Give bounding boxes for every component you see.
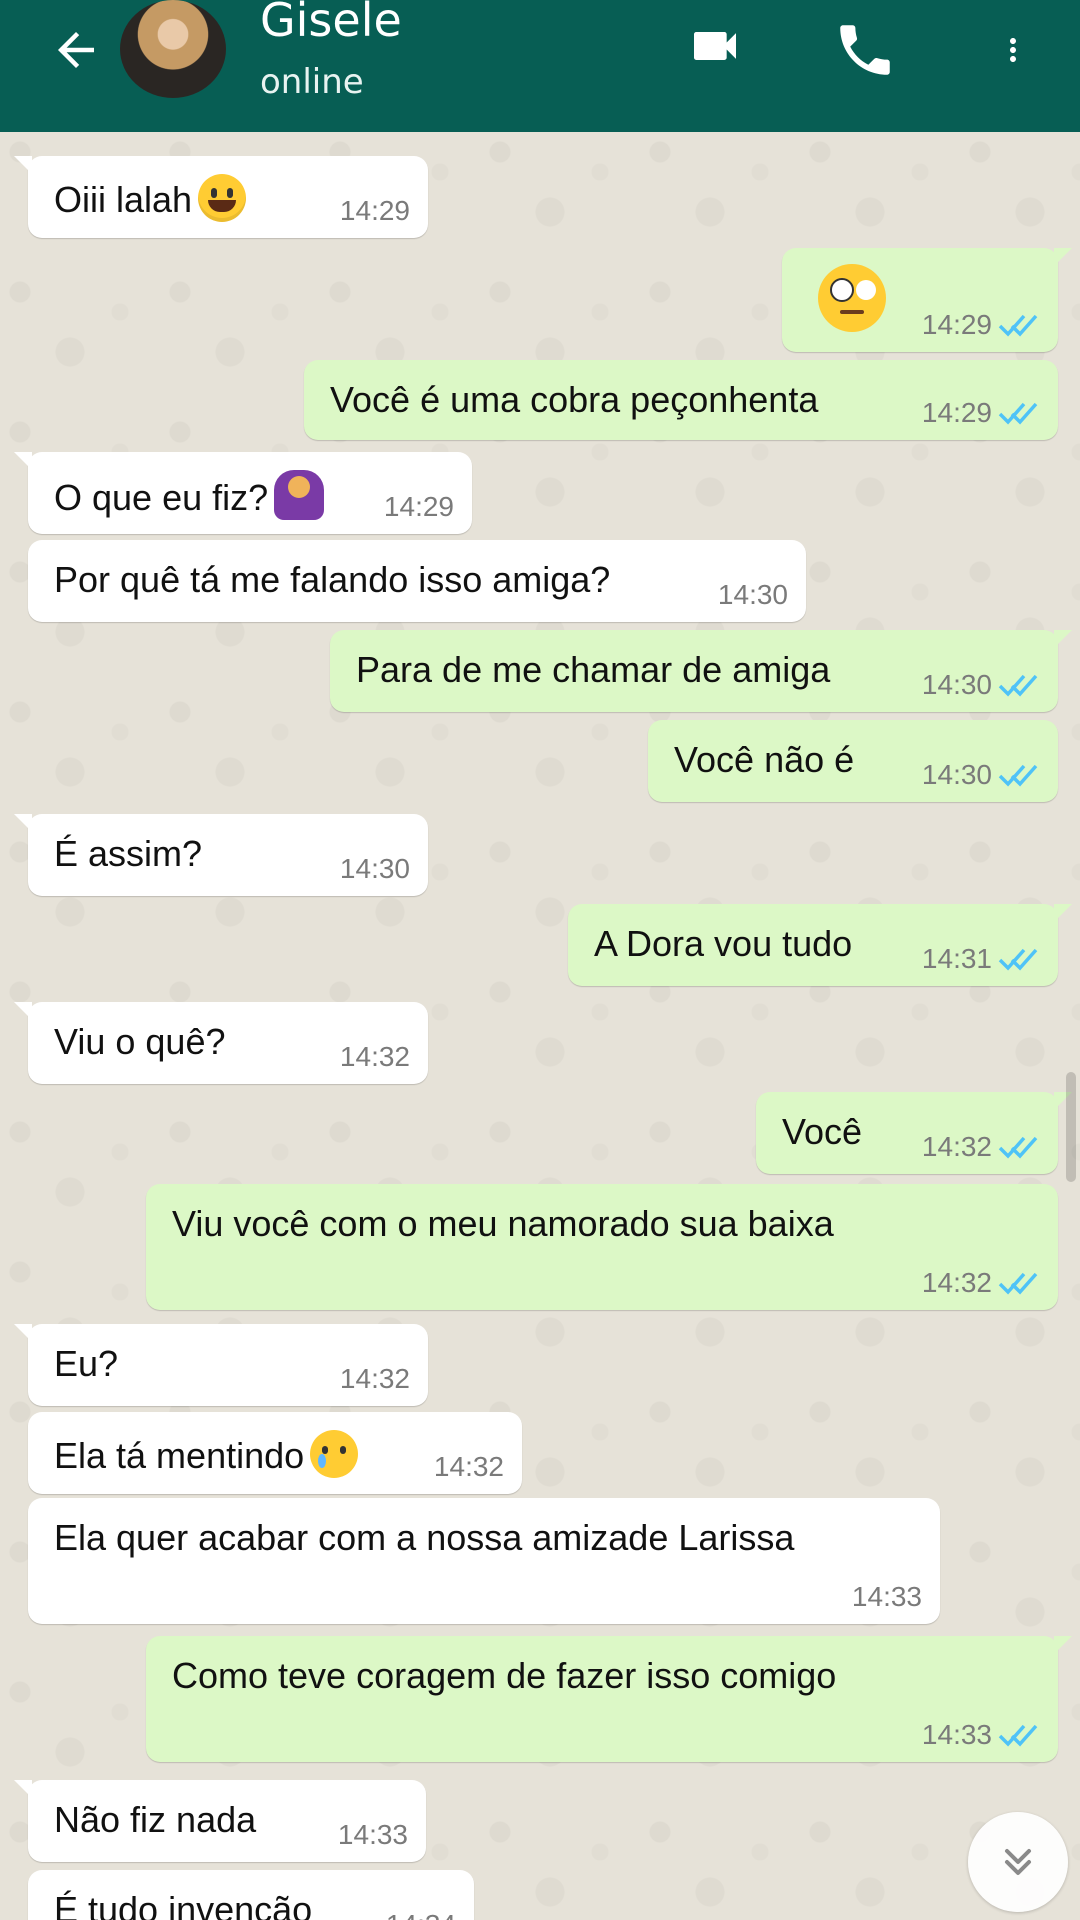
- message-incoming[interactable]: É tudo invenção 14:34: [28, 1870, 474, 1920]
- message-time: 14:32: [433, 1451, 504, 1482]
- message-text: Você não é: [674, 739, 855, 780]
- scrollbar-thumb[interactable]: [1066, 1072, 1076, 1182]
- message-time: 14:29: [339, 195, 410, 226]
- crying-face-icon: [310, 1430, 359, 1478]
- message-text: É assim?: [54, 833, 203, 874]
- message-time: 14:29: [383, 491, 454, 522]
- message-text: Como teve coragem de fazer isso comigo: [172, 1655, 837, 1696]
- message-incoming[interactable]: Por quê tá me falando isso amiga? 14:30: [28, 540, 806, 622]
- message-incoming[interactable]: É assim? 14:30: [14, 814, 428, 896]
- message-outgoing[interactable]: Para de me chamar de amiga 14:30: [330, 630, 1072, 712]
- face-with-rolling-eyes-icon: [818, 264, 886, 332]
- back-arrow-icon[interactable]: [44, 18, 108, 82]
- more-vert-icon[interactable]: [995, 18, 1031, 82]
- scroll-to-bottom-button[interactable]: [968, 1812, 1068, 1912]
- read-ticks-icon: [998, 1724, 1038, 1747]
- message-text: Oiii lalah: [54, 179, 193, 220]
- read-ticks-icon: [998, 674, 1038, 697]
- message-time: 14:33: [851, 1581, 922, 1612]
- read-ticks-icon: [998, 402, 1038, 425]
- message-time: 14:30: [921, 759, 992, 790]
- message-outgoing[interactable]: Você não é 14:30: [648, 720, 1058, 802]
- contact-name[interactable]: Gisele: [260, 0, 402, 46]
- message-time: 14:29: [921, 309, 992, 340]
- message-time: 14:32: [339, 1363, 410, 1394]
- message-incoming[interactable]: Ela tá mentindo 14:32: [28, 1412, 522, 1494]
- message-text: Não fiz nada: [54, 1799, 257, 1840]
- chat-area[interactable]: Oiii lalah 14:29 14:29 Você é uma cobra …: [0, 132, 1080, 1920]
- message-text: Para de me chamar de amiga: [356, 649, 831, 690]
- message-text: Você: [782, 1111, 863, 1152]
- message-text: É tudo invenção: [54, 1889, 313, 1920]
- chat-header: Gisele online: [0, 0, 1080, 132]
- message-time: 14:30: [717, 579, 788, 610]
- read-ticks-icon: [998, 764, 1038, 787]
- message-time: 14:32: [921, 1131, 992, 1162]
- double-chevron-down-icon: [1004, 1848, 1032, 1876]
- message-incoming[interactable]: Ela quer acabar com a nossa amizade Lari…: [28, 1498, 940, 1624]
- message-outgoing[interactable]: 14:29: [782, 248, 1072, 352]
- message-time: 14:32: [339, 1041, 410, 1072]
- message-outgoing[interactable]: A Dora vou tudo 14:31: [568, 904, 1072, 986]
- message-outgoing[interactable]: Você 14:32: [756, 1092, 1072, 1174]
- message-time: 14:31: [921, 943, 992, 974]
- message-time: 14:32: [921, 1267, 992, 1298]
- message-outgoing[interactable]: Você é uma cobra peçonhenta 14:29: [304, 360, 1058, 440]
- message-text: Eu?: [54, 1343, 119, 1384]
- message-incoming[interactable]: Não fiz nada 14:33: [14, 1780, 426, 1862]
- read-ticks-icon: [998, 314, 1038, 337]
- message-incoming[interactable]: O que eu fiz? 14:29: [14, 452, 472, 534]
- phone-icon[interactable]: [830, 18, 900, 82]
- contact-avatar[interactable]: [120, 0, 226, 98]
- message-text: Você é uma cobra peçonhenta: [330, 379, 819, 420]
- message-time: 14:33: [921, 1719, 992, 1750]
- message-time: 14:30: [921, 669, 992, 700]
- video-call-icon[interactable]: [680, 18, 750, 74]
- message-text: A Dora vou tudo: [594, 923, 853, 964]
- message-time: 14:34: [386, 1910, 456, 1920]
- message-incoming[interactable]: Viu o quê? 14:32: [14, 1002, 428, 1084]
- message-text: Ela tá mentindo: [54, 1435, 305, 1476]
- message-outgoing[interactable]: Viu você com o meu namorado sua baixa 14…: [146, 1184, 1058, 1310]
- contact-status: online: [260, 62, 364, 102]
- message-incoming[interactable]: Eu? 14:32: [14, 1324, 428, 1406]
- message-incoming[interactable]: Oiii lalah 14:29: [14, 156, 428, 238]
- message-text: Viu o quê?: [54, 1021, 226, 1062]
- message-text: Por quê tá me falando isso amiga?: [54, 559, 611, 600]
- message-time: 14:33: [337, 1819, 408, 1850]
- read-ticks-icon: [998, 1136, 1038, 1159]
- read-ticks-icon: [998, 948, 1038, 971]
- message-text: Ela quer acabar com a nossa amizade Lari…: [54, 1517, 795, 1558]
- person-shrugging-icon: [274, 470, 325, 520]
- message-text: O que eu fiz?: [54, 477, 269, 518]
- message-time: 14:29: [921, 397, 992, 428]
- message-outgoing[interactable]: Como teve coragem de fazer isso comigo 1…: [146, 1636, 1072, 1762]
- grinning-face-icon: [198, 174, 247, 222]
- message-time: 14:30: [339, 853, 410, 884]
- read-ticks-icon: [998, 1272, 1038, 1295]
- message-text: Viu você com o meu namorado sua baixa: [172, 1203, 834, 1244]
